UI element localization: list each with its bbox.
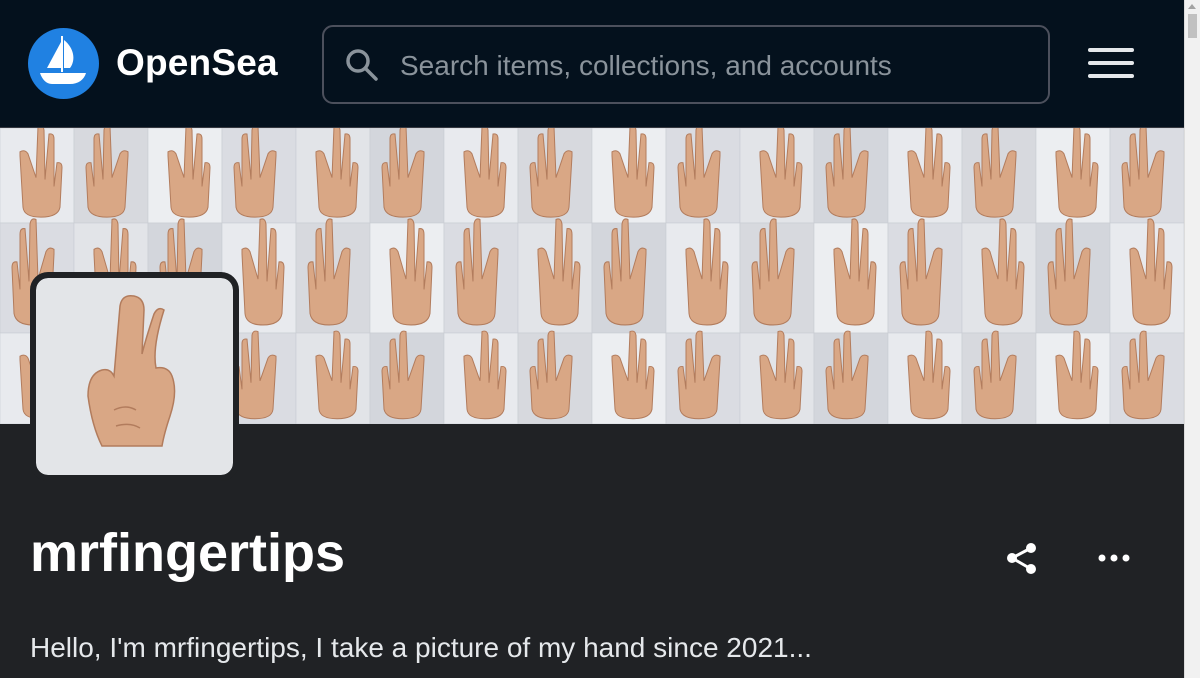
page-scrollbar[interactable] bbox=[1184, 0, 1200, 678]
search-bar[interactable] bbox=[322, 25, 1050, 104]
hamburger-menu-icon[interactable] bbox=[1088, 46, 1134, 80]
search-icon bbox=[346, 49, 378, 81]
scrollbar-thumb[interactable] bbox=[1188, 14, 1197, 38]
top-navbar: OpenSea bbox=[0, 0, 1184, 128]
profile-avatar[interactable] bbox=[30, 272, 239, 481]
opensea-logo-icon[interactable] bbox=[28, 28, 99, 99]
profile-username: mrfingertips bbox=[30, 523, 346, 583]
share-icon[interactable] bbox=[1004, 540, 1040, 576]
more-dots-icon[interactable] bbox=[1096, 540, 1132, 576]
search-input[interactable] bbox=[398, 47, 1022, 85]
brand-name[interactable]: OpenSea bbox=[116, 42, 278, 84]
profile-bio: Hello, I'm mrfingertips, I take a pictur… bbox=[30, 632, 812, 663]
scroll-up-arrow-icon[interactable] bbox=[1188, 4, 1196, 9]
